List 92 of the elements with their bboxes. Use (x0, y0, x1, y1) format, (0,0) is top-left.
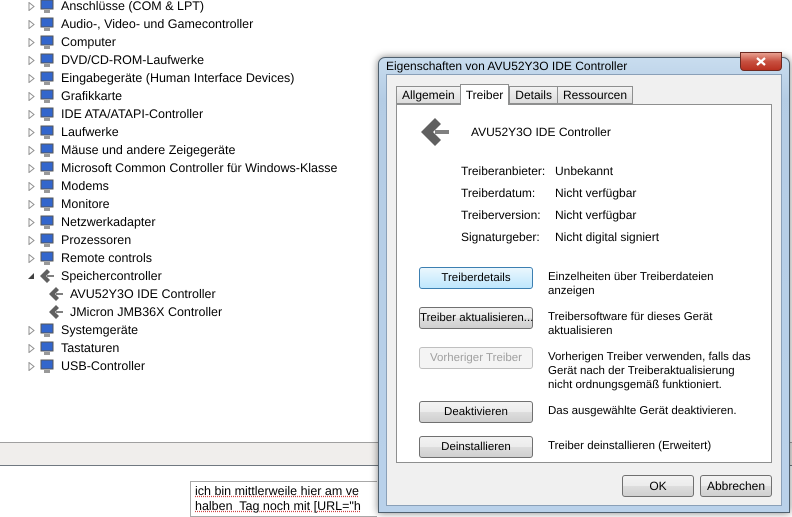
tree-item[interactable]: IDE ATA/ATAPI-Controller (61, 107, 204, 121)
editor-line: halben Tag noch mit [URL="h (195, 499, 362, 514)
window-title: Eigenschaften von AVU52Y3O IDE Controller (386, 59, 628, 73)
collapsed-arrow-icon[interactable] (28, 164, 35, 172)
tab[interactable]: Details (509, 86, 558, 104)
action-description: Das ausgewählte Gerät deaktivieren. (548, 404, 738, 418)
collapsed-arrow-icon[interactable] (28, 236, 35, 244)
close-button[interactable] (740, 52, 782, 70)
editor-line: ich bin mittlerweile hier am ve (195, 484, 360, 499)
action-description: Einzelheiten über Treiberdateien anzeigen (548, 270, 715, 298)
info-value: Unbekannt (555, 164, 614, 178)
action-description: Treibersoftware für dieses Gerät aktualisieren (548, 310, 714, 338)
close-icon (756, 56, 766, 66)
tree-item[interactable]: Laufwerke (61, 125, 119, 139)
chevron-diamond-icon (48, 286, 64, 302)
tree-item[interactable]: Microsoft Common Controller für Windows-Klasse (61, 161, 338, 175)
collapsed-arrow-icon[interactable] (28, 254, 35, 262)
tab[interactable]: Treiber (460, 84, 510, 105)
dialog-button[interactable]: Abbrechen (700, 475, 772, 497)
tree-item[interactable]: Remote controls (61, 251, 152, 265)
device-icon (39, 88, 55, 104)
info-label: Treiberversion: (461, 208, 542, 222)
tree-item[interactable]: DVD/CD-ROM-Laufwerke (61, 53, 204, 67)
info-label: Treiberdatum: (461, 186, 536, 200)
driver-action-button[interactable]: Deaktivieren (419, 401, 533, 423)
collapsed-arrow-icon[interactable] (28, 326, 35, 334)
info-value: Nicht verfügbar (555, 186, 638, 200)
tab[interactable]: Allgemein (396, 86, 461, 104)
device-name: AVU52Y3O IDE Controller (471, 125, 611, 139)
chevron-diamond-icon (48, 304, 64, 320)
tree-item[interactable]: USB-Controller (61, 359, 146, 373)
device-icon (39, 34, 55, 50)
device-icon (39, 52, 55, 68)
device-icon (39, 232, 55, 248)
tree-item[interactable]: Anschlüsse (COM & LPT) (61, 0, 204, 13)
collapsed-arrow-icon[interactable] (28, 38, 35, 46)
info-label: Treiberanbieter: (461, 164, 546, 178)
device-icon (39, 322, 55, 338)
chevron-diamond-icon (419, 116, 451, 148)
tree-item[interactable]: Grafikkarte (61, 89, 122, 103)
device-icon (39, 160, 55, 176)
tree-item[interactable]: AVU52Y3O IDE Controller (70, 287, 216, 301)
driver-action-button[interactable]: Treiberdetails (419, 267, 533, 289)
info-value: Nicht digital signiert (555, 230, 660, 244)
tree-item[interactable]: Mäuse und andere Zeigegeräte (61, 143, 236, 157)
tree-item[interactable]: JMicron JMB36X Controller (70, 305, 222, 319)
collapsed-arrow-icon[interactable] (28, 74, 35, 82)
tab[interactable]: Ressourcen (556, 86, 633, 104)
collapsed-arrow-icon[interactable] (28, 20, 35, 28)
tree-item[interactable]: Systemgeräte (61, 323, 138, 337)
driver-action-button[interactable]: Treiber aktualisieren... (419, 307, 533, 329)
driver-action-button[interactable]: Deinstallieren (419, 436, 533, 458)
device-icon (39, 0, 55, 14)
expanded-arrow-icon[interactable] (28, 272, 35, 280)
action-description: Vorherigen Treiber verwenden, falls das Gerät nach der Treiberaktualisierung nicht ordnungsgemäß funktioniert. (548, 350, 752, 392)
tree-item[interactable]: Monitore (61, 197, 110, 211)
device-icon (39, 196, 55, 212)
collapsed-arrow-icon[interactable] (28, 218, 35, 226)
collapsed-arrow-icon[interactable] (28, 92, 35, 100)
tree-item[interactable]: Computer (61, 35, 116, 49)
chevron-diamond-icon (39, 268, 55, 284)
device-icon (39, 142, 55, 158)
info-label: Signaturgeber: (461, 230, 541, 244)
device-icon (39, 214, 55, 230)
dialog-button[interactable]: OK (622, 475, 694, 497)
tree-item[interactable]: Prozessoren (61, 233, 132, 247)
device-icon (39, 340, 55, 356)
collapsed-arrow-icon[interactable] (28, 2, 35, 10)
device-icon (39, 358, 55, 374)
device-icon (39, 70, 55, 86)
device-icon (39, 16, 55, 32)
tree-item[interactable]: Netzwerkadapter (61, 215, 156, 229)
tree-item[interactable]: Modems (61, 179, 109, 193)
device-icon (39, 124, 55, 140)
text-editor[interactable]: ich bin mittlerweile hier am ve halben Tag noch mit [URL="h (190, 481, 377, 517)
collapsed-arrow-icon[interactable] (28, 56, 35, 64)
collapsed-arrow-icon[interactable] (28, 110, 35, 118)
tree-item[interactable]: Speichercontroller (61, 269, 162, 283)
collapsed-arrow-icon[interactable] (28, 200, 35, 208)
collapsed-arrow-icon[interactable] (28, 128, 35, 136)
device-icon (39, 106, 55, 122)
collapsed-arrow-icon[interactable] (28, 344, 35, 352)
collapsed-arrow-icon[interactable] (28, 362, 35, 370)
tree-item[interactable]: Tastaturen (61, 341, 120, 355)
info-value: Nicht verfügbar (555, 208, 638, 222)
collapsed-arrow-icon[interactable] (28, 182, 35, 190)
device-icon (39, 178, 55, 194)
collapsed-arrow-icon[interactable] (28, 146, 35, 154)
tree-item[interactable]: Eingabegeräte (Human Interface Devices) (61, 71, 294, 85)
tree-item[interactable]: Audio-, Video- und Gamecontroller (61, 17, 254, 31)
device-icon (39, 250, 55, 266)
action-description: Treiber deinstallieren (Erweitert) (548, 439, 712, 453)
